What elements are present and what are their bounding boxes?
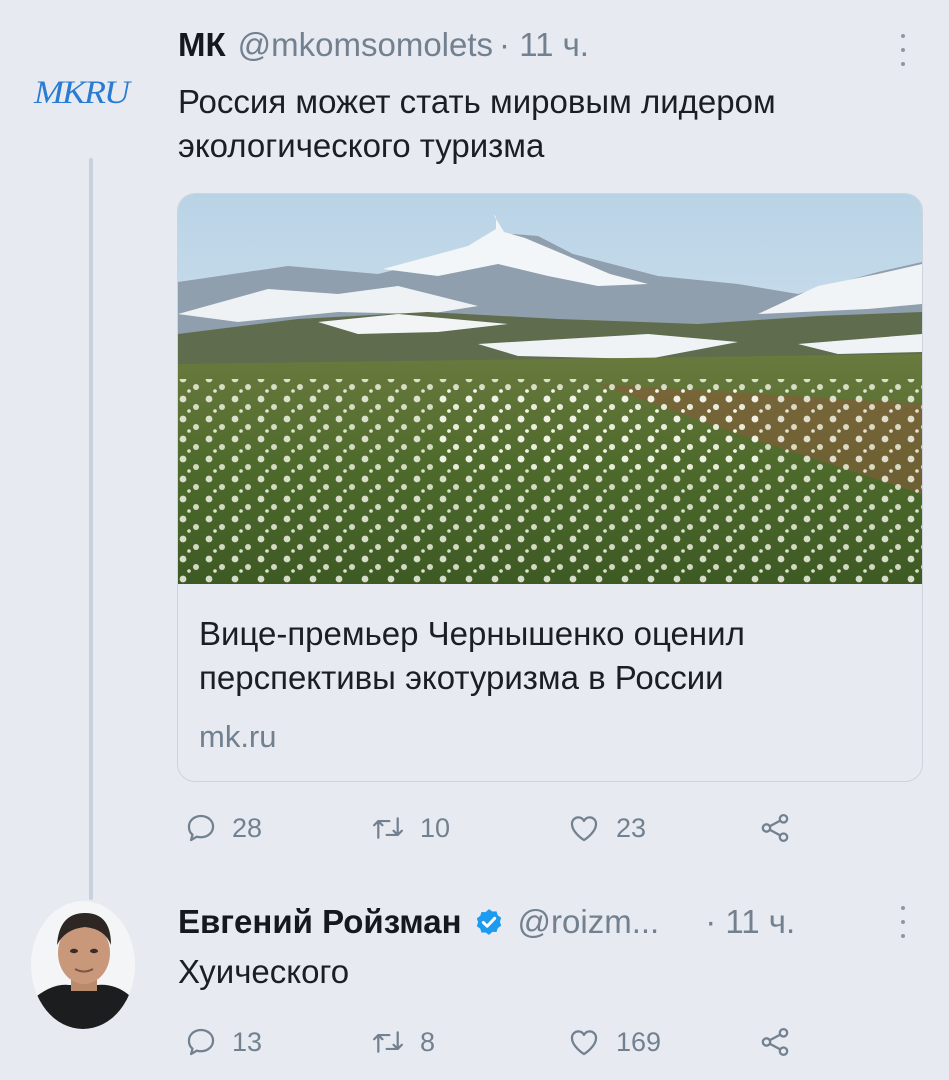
like-button[interactable]: 23 [566, 811, 646, 845]
author-handle[interactable]: @mkomsomolets [238, 26, 493, 64]
retweet-count: 8 [420, 1026, 436, 1057]
card-image [178, 194, 922, 584]
tweet-text: Россия может стать мировым лидером эколо… [178, 83, 776, 164]
reply-button[interactable]: 13 [184, 1025, 262, 1059]
mk-logo[interactable]: MKRU [34, 72, 154, 112]
retweet-icon [373, 1031, 403, 1053]
share-button[interactable] [758, 1025, 792, 1059]
avatar-photo [31, 901, 135, 1029]
card-domain: mk.ru [199, 719, 277, 754]
author-name[interactable]: МК [178, 26, 226, 64]
reply-icon [187, 814, 215, 842]
reply-count: 28 [232, 812, 263, 843]
tweet-header: Евгений Ройзман @roizm... · 11 ч. [178, 898, 795, 946]
verified-badge-icon [476, 909, 501, 935]
tweet-header: МК @mkomsomolets · 11 ч. [178, 26, 589, 70]
reply-icon [187, 1028, 215, 1056]
like-count: 23 [616, 812, 647, 843]
like-count: 169 [616, 1026, 662, 1057]
share-button[interactable] [758, 811, 792, 845]
tweet-text: Хуического [178, 953, 350, 990]
like-button[interactable]: 169 [566, 1025, 661, 1059]
author-name[interactable]: Евгений Ройзман [178, 903, 462, 941]
like-icon [570, 816, 598, 842]
share-icon [761, 813, 789, 843]
thread-line [89, 158, 93, 900]
tweet-time[interactable]: · 11 ч. [705, 903, 795, 941]
retweet-count: 10 [420, 812, 451, 843]
retweet-button[interactable]: 8 [370, 1025, 435, 1059]
reply-button[interactable]: 28 [184, 811, 262, 845]
retweet-icon [373, 817, 403, 839]
link-card[interactable]: Вице-премьер Чернышенко оценил перспекти… [177, 193, 923, 782]
more-options-icon[interactable] [897, 906, 909, 938]
retweet-button[interactable]: 10 [370, 811, 450, 845]
more-options-icon[interactable] [897, 34, 909, 66]
reply-count: 13 [232, 1026, 263, 1057]
card-title: Вице-премьер Чернышенко оценил перспекти… [199, 615, 745, 696]
avatar[interactable] [31, 901, 135, 1029]
author-handle[interactable]: @roizm... [518, 903, 660, 941]
tweet-time[interactable]: · 11 ч. [499, 26, 589, 64]
like-icon [570, 1030, 598, 1056]
share-icon [761, 1027, 789, 1057]
